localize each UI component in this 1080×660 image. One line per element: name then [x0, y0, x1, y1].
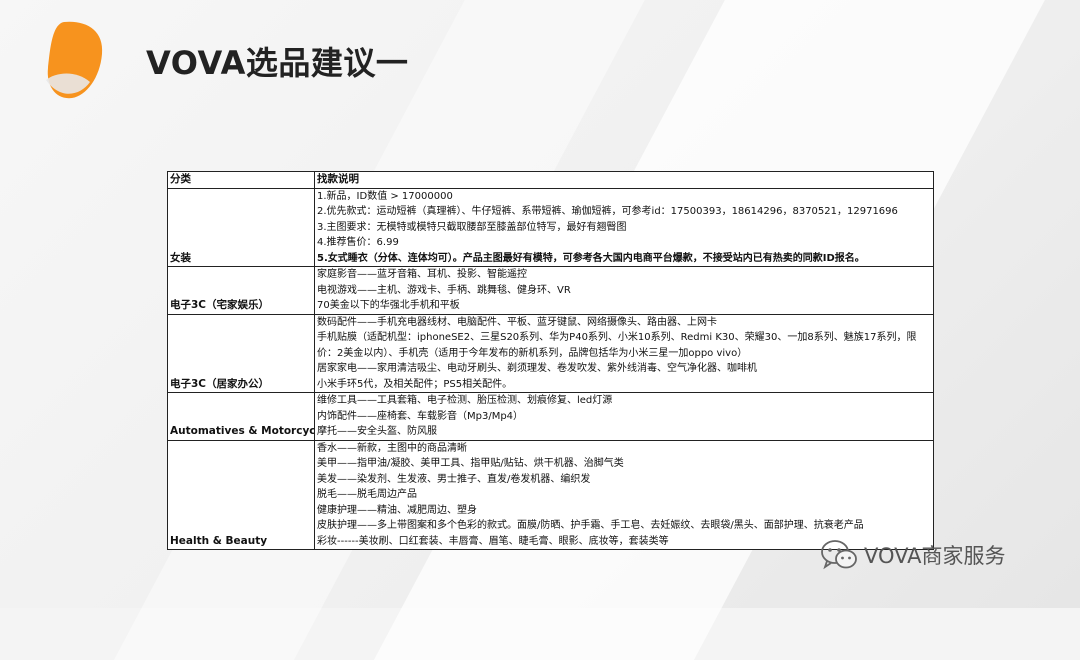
category-cell: 电子3C（居家办公） [167, 313, 315, 393]
description-cell: 维修工具——工具套箱、电子检测、胎压检测、划痕修复、led灯源 内饰配件——座椅套… [314, 392, 934, 441]
description-line: 2.优先款式：运动短裤（真理裤）、牛仔短裤、系带短裤、瑜伽短裤，可参考id：17… [317, 206, 898, 217]
table-row: 电子3C（居家办公） 数码配件——手机充电器线材、电脑配件、平板、蓝牙键鼠、网络摄… [167, 313, 934, 393]
description-line: 居家家电——家用清洁吸尘、电动牙刷头、剃须理发、卷发吹发、紫外线消毒、空气净化器… [317, 363, 757, 374]
description-line: 4.推荐售价：6.99 [317, 237, 399, 248]
orange-leaf-icon [46, 21, 103, 99]
column-header-category: 分类 [167, 171, 315, 189]
description-line: 美发——染发剂、生发液、男士推子、直发/卷发机器、编织发 [317, 473, 591, 485]
description-line: 5.女式睡衣（分体、连体均可）。产品主图最好有模特，可参考各大国内电商平台爆款，… [317, 252, 865, 264]
description-line: 内饰配件——座椅套、车载影音（Mp3/Mp4） [317, 410, 524, 422]
category-cell: Automatives & Motorcycles [167, 392, 315, 441]
description-cell: 1.新品，ID数值 > 17000000 2.优先款式：运动短裤（真理裤）、牛仔短… [314, 187, 934, 267]
category-cell: 电子3C（宅家娱乐） [167, 266, 315, 315]
description-cell: 香水——新款，主图中的商品清晰美甲——指甲油/凝胶、美甲工具、指甲贴/贴钻、烘干… [314, 439, 934, 550]
table-row: 电子3C（宅家娱乐） 家庭影音——蓝牙音箱、耳机、投影、智能遥控电视游戏——主机、… [167, 266, 934, 315]
description-line: 电视游戏——主机、游戏卡、手柄、跳舞毯、健身环、VR [317, 284, 571, 296]
description-line: 维修工具——工具套箱、电子检测、胎压检测、划痕修复、led灯源 [317, 395, 613, 406]
description-cell: 数码配件——手机充电器线材、电脑配件、平板、蓝牙键鼠、网络摄像头、路由器、上网卡… [314, 313, 934, 393]
description-line: 摩托——安全头盔、防风服 [317, 426, 437, 437]
wechat-icon [821, 540, 857, 570]
watermark: VOVA商家服务 [820, 538, 1006, 572]
description-line: 健康护理——精油、减肥周边、塑身 [317, 504, 477, 516]
category-cell: Health & Beauty [167, 439, 315, 550]
table-row: Health & Beauty 香水——新款，主图中的商品清晰美甲——指甲油/凝胶… [167, 439, 934, 550]
table-row: Automatives & Motorcycles维修工具——工具套箱、电子检测… [167, 392, 934, 441]
page-title: VOVA选品建议一 [146, 44, 409, 82]
description-line: 1.新品，ID数值 > 17000000 [317, 190, 453, 202]
description-line: 皮肤护理——多上带图案和多个色彩的款式。面膜/防晒、护手霜、手工皂、去妊娠纹、去… [317, 520, 864, 531]
description-line: 3.主图要求：无模特或模特只截取腰部至膝盖部位特写，最好有翘臀图 [317, 221, 627, 233]
description-line: 家庭影音——蓝牙音箱、耳机、投影、智能遥控 [317, 269, 527, 280]
description-cell: 家庭影音——蓝牙音箱、耳机、投影、智能遥控电视游戏——主机、游戏卡、手柄、跳舞毯… [314, 266, 934, 315]
description-line: 70美金以下的华强北手机和平板 [317, 300, 460, 311]
column-header-description: 找款说明 [314, 171, 934, 189]
category-cell: 女装 [167, 187, 315, 267]
table-row: 女装 1.新品，ID数值 > 17000000 2.优先款式：运动短裤（真理裤）、牛… [167, 187, 934, 267]
description-line: 小米手环5代，及相关配件；PS5相关配件。 [317, 378, 513, 390]
description-line: 数码配件——手机充电器线材、电脑配件、平板、蓝牙键鼠、网络摄像头、路由器、上网卡 [317, 316, 717, 328]
product-table: 分类 找款说明 女装 1.新品，ID数值 > 17000000 2.优先款式：运动短… [167, 171, 934, 550]
watermark-text: VOVA商家服务 [864, 544, 1006, 568]
table-header-row: 分类 找款说明 [167, 171, 934, 189]
description-line: 美甲——指甲油/凝胶、美甲工具、指甲贴/贴钻、烘干机器、治脚气类 [317, 458, 624, 469]
description-line: 脱毛——脱毛周边产品 [317, 489, 417, 500]
description-line: 香水——新款，主图中的商品清晰 [317, 442, 467, 454]
description-line: 手机贴膜（适配机型：iphoneSE2、三星S20系列、华为P40系列、小米10… [317, 332, 917, 359]
